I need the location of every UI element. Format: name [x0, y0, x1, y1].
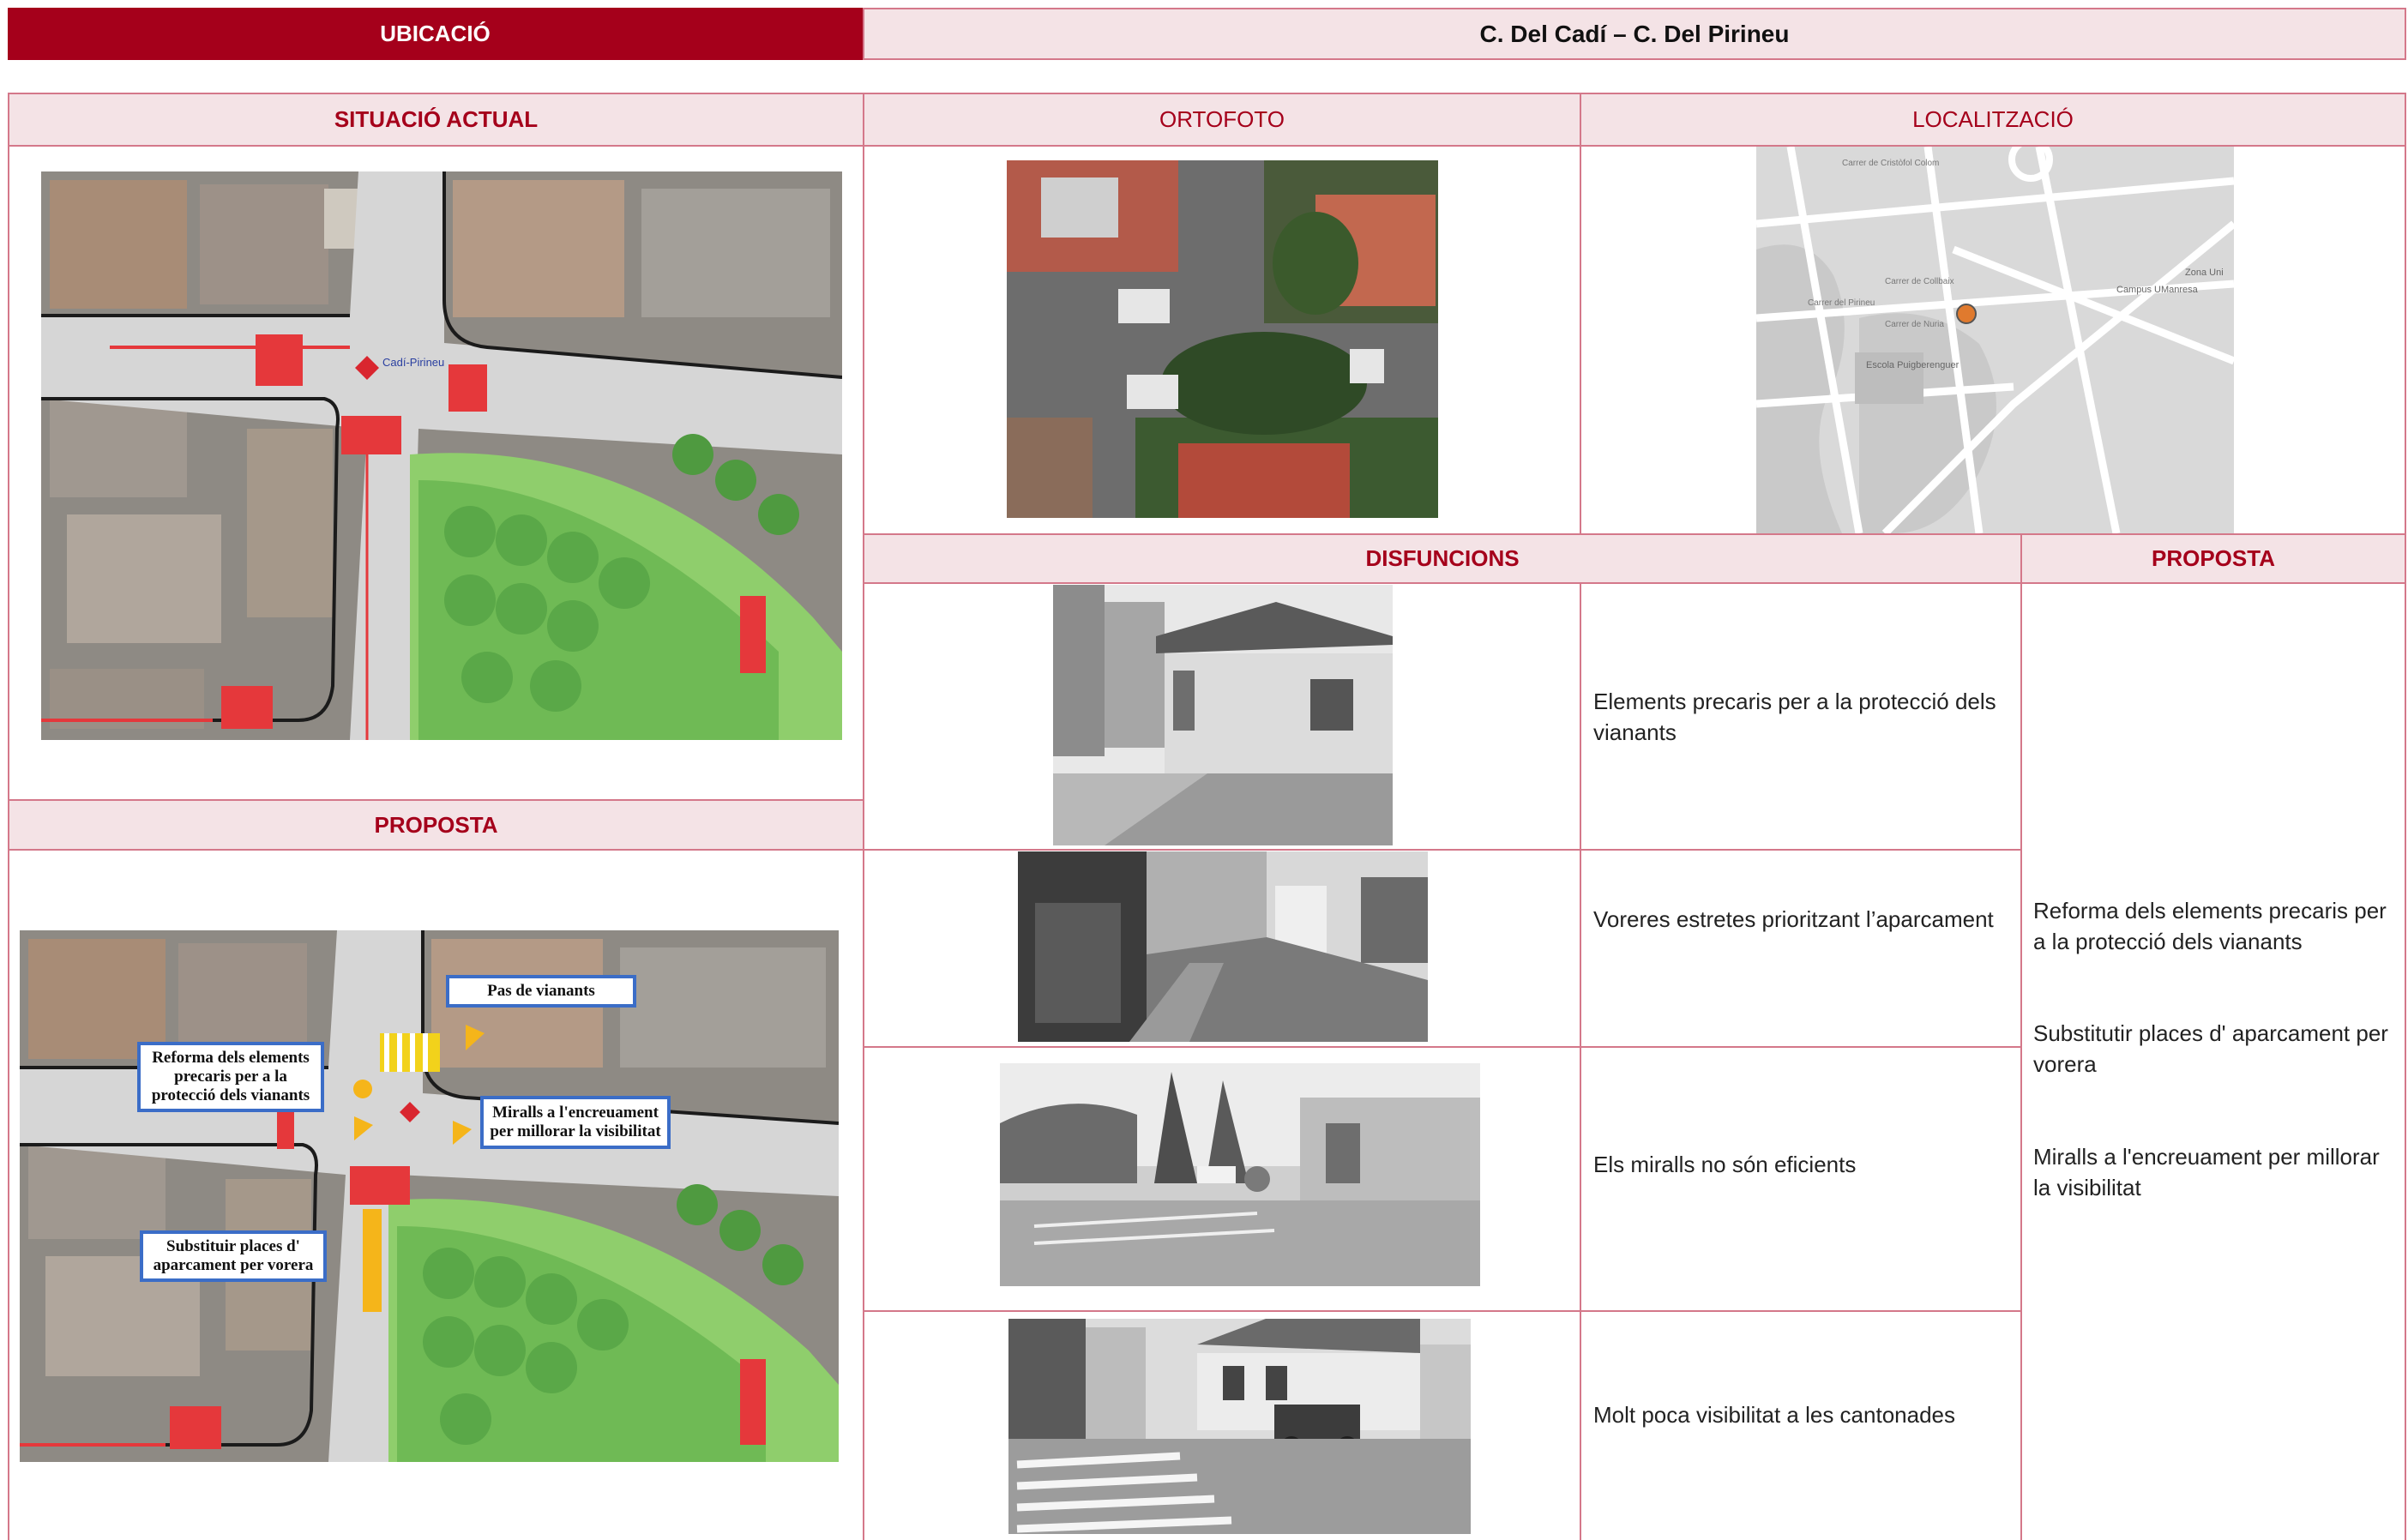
disfuncio-text-1: Elements precaris per a la protecció del…	[1593, 689, 1996, 745]
ubicacio-label: UBICACIÓ	[8, 8, 863, 60]
proposta-item-2: Substitutir places d' aparcament per vor…	[2033, 1020, 2388, 1077]
callout-miralls: Miralls a l'encreuament per millorar la …	[480, 1096, 671, 1149]
svg-text:Escola Puigberenguer: Escola Puigberenguer	[1866, 360, 1960, 370]
callout-substituir: Substituir places d' aparcament per vore…	[140, 1230, 327, 1282]
svg-text:Zona Uni: Zona Uni	[2185, 268, 2224, 278]
proposta-right-header: PROPOSTA	[2020, 533, 2406, 584]
disfuncio-text-4: Molt poca visibilitat a les cantonades	[1593, 1402, 1956, 1428]
svg-text:Campus UManresa: Campus UManresa	[2116, 285, 2199, 295]
disfuncio-photo-3	[1000, 1063, 1480, 1286]
svg-text:Carrer del Pirineu: Carrer del Pirineu	[1808, 298, 1875, 308]
proposal-plan-image: Pas de vianants Reforma dels elements pr…	[20, 930, 839, 1462]
localitzacio-header: LOCALITZACIÓ	[1580, 93, 2406, 147]
callout-reforma: Reforma dels elements precaris per a la …	[137, 1042, 324, 1112]
disfuncio-photo-2	[1018, 851, 1428, 1042]
svg-text:Cadí-Pirineu: Cadí-Pirineu	[382, 356, 444, 369]
proposta-item-1: Reforma dels elements precaris per a la …	[2033, 898, 2387, 954]
ortofoto-header: ORTOFOTO	[863, 93, 1581, 147]
disfuncio-photo-4	[1008, 1319, 1471, 1534]
disfuncio-text-cell-2	[1580, 849, 2022, 1048]
location-map: Escola Puigberenguer Campus UManresa Zon…	[1756, 147, 2234, 533]
disfuncio-photo-1	[1053, 585, 1393, 845]
disfuncio-text-2: Voreres estretes prioritzant l’aparcamen…	[1593, 906, 1994, 932]
callout-pas-vianants: Pas de vianants	[446, 975, 636, 1008]
page-title: C. Del Cadí – C. Del Pirineu	[863, 8, 2406, 60]
proposta-left-header: PROPOSTA	[8, 799, 864, 851]
svg-text:Carrer de Cristòfol Colom: Carrer de Cristòfol Colom	[1842, 159, 1939, 168]
situacio-actual-header: SITUACIÓ ACTUAL	[8, 93, 864, 147]
disfuncio-text-3: Els miralls no són eficients	[1593, 1152, 1857, 1177]
svg-text:Carrer de Collbaix: Carrer de Collbaix	[1885, 277, 1954, 286]
ortofoto-image	[1007, 160, 1438, 518]
svg-text:Carrer de Nuria: Carrer de Nuria	[1885, 320, 1944, 329]
disfuncions-header: DISFUNCIONS	[863, 533, 2022, 584]
proposta-item-3: Miralls a l'encreuament per millorar la …	[2033, 1144, 2380, 1200]
current-plan-image: Cadí-Pirineu	[41, 171, 842, 740]
